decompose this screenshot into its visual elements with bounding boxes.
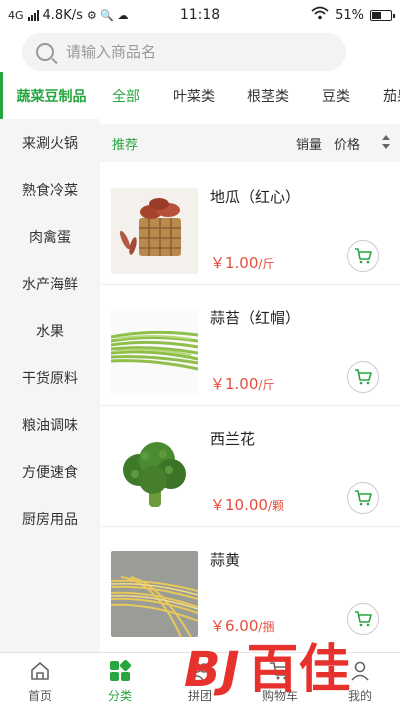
nav-label: 我的 xyxy=(347,689,372,703)
cart-icon xyxy=(355,611,372,627)
sidebar-item-hotpot[interactable]: 来涮火锅 xyxy=(0,119,100,166)
price-unit: /斤 xyxy=(258,378,275,392)
bottom-navigation: 首页 分类 拼团 购物车 我的 xyxy=(0,652,400,710)
price-unit: /颗 xyxy=(267,499,284,513)
yellow-garlic-chives-image[interactable] xyxy=(111,551,198,637)
sidebar-item-grain-oil[interactable]: 粮油调味 xyxy=(0,401,100,448)
sidebar-item-label: 水果 xyxy=(36,323,64,340)
product-card[interactable]: 西兰花 ￥10.00/颗 xyxy=(100,406,400,527)
price-value: ￥1.00 xyxy=(210,375,259,393)
product-name[interactable]: 地瓜（红心） xyxy=(210,186,300,207)
product-name[interactable]: 西兰花 xyxy=(210,428,255,449)
sort-bar: 推荐 销量 价格 xyxy=(100,124,400,162)
sidebar-item-kitchen[interactable]: 厨房用品 xyxy=(0,495,100,542)
sidebar-item-label: 干货原料 xyxy=(22,370,78,387)
sidebar-item-label: 厨房用品 xyxy=(22,511,78,528)
status-bar: 4G 4.8K/s ⚙ 🔍 ☁ 11:18 51% xyxy=(0,0,400,30)
nav-label: 分类 xyxy=(107,689,132,703)
price-value: ￥1.00 xyxy=(210,254,259,272)
broccoli-image[interactable] xyxy=(111,430,198,516)
price-unit: /斤 xyxy=(258,257,275,271)
price-unit: /捆 xyxy=(258,620,275,634)
battery-level xyxy=(372,11,382,19)
sweet-potato-image[interactable] xyxy=(111,188,198,274)
sidebar-item-deli[interactable]: 熟食冷菜 xyxy=(0,166,100,213)
sidebar-item-fruit[interactable]: 水果 xyxy=(0,307,100,354)
sidebar-item-meat[interactable]: 肉禽蛋 xyxy=(0,213,100,260)
price-value: ￥10.00 xyxy=(210,496,268,514)
nav-category[interactable]: 分类 xyxy=(80,653,160,710)
category-sidebar: 蔬菜豆制品 来涮火锅 熟食冷菜 肉禽蛋 水产海鲜 水果 干货原料 粮油调味 方便… xyxy=(0,72,100,652)
cart-icon xyxy=(355,248,372,264)
category-tabs: 全部 叶菜类 根茎类 豆类 茄果 xyxy=(100,72,400,120)
product-card[interactable]: 蒜黄 ￥6.00/捆 xyxy=(100,527,400,648)
cart-icon xyxy=(355,369,372,385)
cart-icon xyxy=(268,659,292,683)
sidebar-item-vegetables[interactable]: 蔬菜豆制品 xyxy=(0,72,100,119)
sidebar-item-label: 来涮火锅 xyxy=(22,135,78,152)
tab-all[interactable]: 全部 xyxy=(112,86,140,106)
network-speed: 4.8K/s xyxy=(42,7,83,23)
nav-label: 购物车 xyxy=(261,689,298,703)
sidebar-item-label: 肉禽蛋 xyxy=(29,229,71,246)
sort-recommend[interactable]: 推荐 xyxy=(112,134,138,153)
cart-icon xyxy=(355,490,372,506)
garlic-scape-image[interactable] xyxy=(111,309,198,395)
sidebar-item-label: 粮油调味 xyxy=(22,417,78,434)
home-icon xyxy=(28,659,52,683)
price-value: ￥6.00 xyxy=(210,617,259,635)
sort-price[interactable]: 价格 xyxy=(334,134,360,153)
tab-solanaceous[interactable]: 茄果 xyxy=(383,86,400,106)
sidebar-item-dry-goods[interactable]: 干货原料 xyxy=(0,354,100,401)
status-right: 51% xyxy=(311,6,395,24)
category-icon xyxy=(108,659,132,683)
sidebar-item-instant-food[interactable]: 方便速食 xyxy=(0,448,100,495)
sidebar-item-seafood[interactable]: 水产海鲜 xyxy=(0,260,100,307)
product-name[interactable]: 蒜黄 xyxy=(210,549,240,570)
nav-home[interactable]: 首页 xyxy=(0,653,80,710)
sidebar-item-label: 熟食冷菜 xyxy=(22,182,78,199)
add-to-cart-button[interactable] xyxy=(347,603,379,635)
tab-beans[interactable]: 豆类 xyxy=(322,86,350,106)
tab-root[interactable]: 根茎类 xyxy=(247,86,289,106)
product-name[interactable]: 蒜苔（红帽） xyxy=(210,307,300,328)
status-left: 4G 4.8K/s ⚙ 🔍 ☁ xyxy=(8,8,168,23)
product-price: ￥6.00/捆 xyxy=(210,615,274,636)
search-input[interactable] xyxy=(66,43,326,61)
sort-toggle-icon[interactable] xyxy=(382,135,392,151)
signal-icon xyxy=(27,9,39,21)
group-buy-icon xyxy=(188,659,212,683)
network-type: 4G xyxy=(8,8,24,22)
user-icon xyxy=(348,659,372,683)
sidebar-item-label: 蔬菜豆制品 xyxy=(16,88,87,105)
search-icon xyxy=(36,43,54,61)
product-price: ￥10.00/颗 xyxy=(210,494,284,515)
product-card[interactable]: 地瓜（红心） ￥1.00/斤 xyxy=(100,164,400,285)
tab-leafy[interactable]: 叶菜类 xyxy=(173,86,215,106)
add-to-cart-button[interactable] xyxy=(347,361,379,393)
nav-cart[interactable]: 购物车 xyxy=(240,653,320,710)
product-price: ￥1.00/斤 xyxy=(210,252,274,273)
nav-label: 首页 xyxy=(27,689,52,703)
add-to-cart-button[interactable] xyxy=(347,482,379,514)
battery-percent: 51% xyxy=(335,7,364,23)
product-card[interactable]: 蒜苔（红帽） ￥1.00/斤 xyxy=(100,285,400,406)
notification-icons: ⚙ 🔍 ☁ xyxy=(86,8,129,22)
product-price: ￥1.00/斤 xyxy=(210,373,274,394)
sort-sales[interactable]: 销量 xyxy=(296,134,322,153)
sidebar-item-label: 方便速食 xyxy=(22,464,78,481)
product-list: 地瓜（红心） ￥1.00/斤 蒜苔（红帽） ￥1.00/斤 西兰花 ￥10.00… xyxy=(100,164,400,652)
add-to-cart-button[interactable] xyxy=(347,240,379,272)
wifi-icon xyxy=(311,6,329,24)
nav-group-buy[interactable]: 拼团 xyxy=(160,653,240,710)
nav-label: 拼团 xyxy=(187,689,212,703)
search-bar[interactable] xyxy=(22,33,346,71)
nav-profile[interactable]: 我的 xyxy=(320,653,400,710)
sidebar-item-label: 水产海鲜 xyxy=(22,276,78,293)
battery-icon xyxy=(370,9,395,21)
